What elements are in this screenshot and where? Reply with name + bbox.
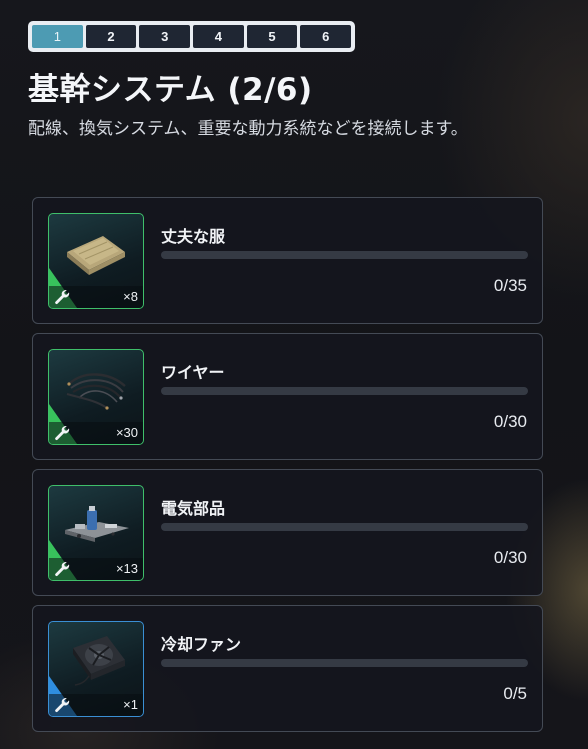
requirement-card-cooling-fan[interactable]: ×1 冷却ファン 0/5 [32, 605, 543, 732]
wrench-icon [55, 290, 70, 305]
progress-count: 0/30 [493, 412, 527, 431]
step-1[interactable]: 1 [32, 25, 83, 48]
progress-count: 0/35 [493, 276, 527, 295]
electrical-parts-icon [65, 506, 129, 542]
step-6[interactable]: 6 [300, 25, 352, 48]
item-name: ワイヤー [161, 363, 225, 382]
progress-bar [161, 523, 528, 531]
page-title: 基幹システム (2/6) [28, 72, 313, 108]
step-4[interactable]: 4 [193, 25, 244, 48]
wrench-icon [55, 426, 70, 441]
item-quantity: ×8 [123, 289, 138, 304]
item-thumbnail: ×13 [48, 485, 144, 581]
item-name: 冷却ファン [161, 635, 242, 654]
requirement-card-electrical-parts[interactable]: ×13 電気部品 0/30 [32, 469, 543, 596]
item-quantity: ×30 [115, 425, 138, 440]
requirement-card-wires[interactable]: ×30 ワイヤー 0/30 [32, 333, 543, 460]
item-thumbnail: ×8 [48, 213, 144, 309]
progress-count: 0/30 [493, 548, 527, 567]
requirement-card-fabric[interactable]: ×8 丈夫な服 0/35 [32, 197, 543, 324]
wrench-icon [55, 698, 70, 713]
step-5[interactable]: 5 [246, 25, 298, 48]
item-name: 電気部品 [161, 499, 226, 518]
wires-icon [66, 373, 126, 410]
step-2[interactable]: 2 [85, 25, 137, 48]
item-thumbnail: ×1 [48, 621, 144, 717]
cooling-fan-icon [73, 636, 125, 686]
fabric-icon [67, 236, 125, 275]
step-3[interactable]: 3 [139, 25, 191, 48]
stage-stepper: 1 2 3 4 5 6 [28, 21, 355, 52]
item-quantity: ×1 [123, 697, 138, 712]
wrench-icon [55, 562, 70, 577]
progress-bar [161, 387, 528, 395]
item-quantity: ×13 [115, 561, 138, 576]
progress-bar [161, 659, 528, 667]
progress-bar [161, 251, 528, 259]
page-description: 配線、換気システム、重要な動力系統などを接続します。 [28, 119, 468, 139]
item-thumbnail: ×30 [48, 349, 144, 445]
progress-count: 0/5 [503, 684, 527, 703]
item-name: 丈夫な服 [161, 227, 226, 246]
